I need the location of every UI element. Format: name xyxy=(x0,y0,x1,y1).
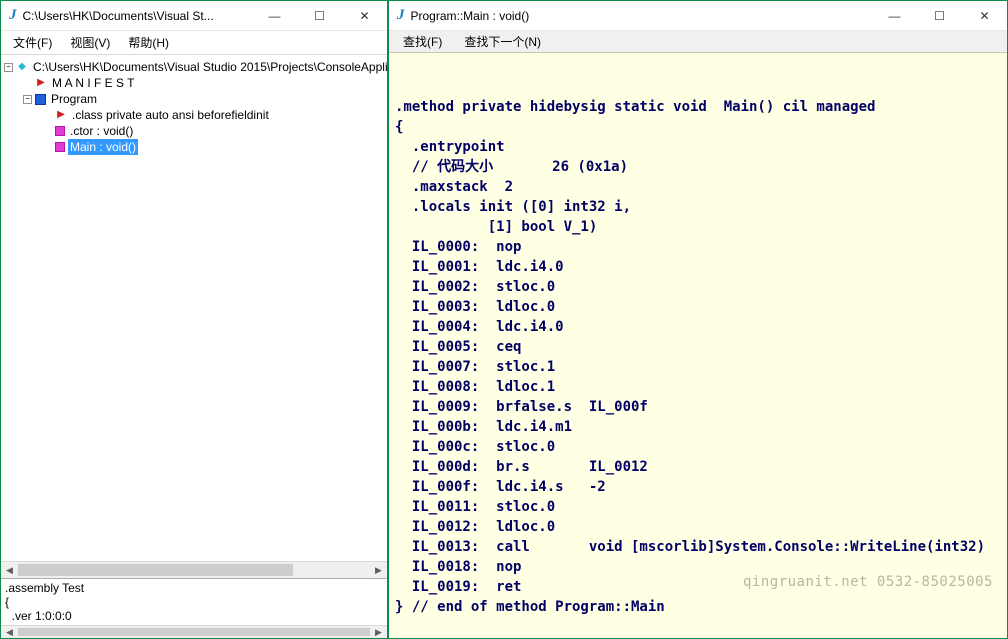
il-code-window: J Program::Main : void() — ☐ ✕ 查找(F) 查找下… xyxy=(388,0,1008,639)
il-code-line: IL_0007: stloc.1 xyxy=(395,357,1001,377)
il-code-line: [1] bool V_1) xyxy=(395,217,1001,237)
ildasm-tree-window: J C:\Users\HK\Documents\Visual St... — ☐… xyxy=(0,0,388,639)
menu-find[interactable]: 查找(F) xyxy=(395,31,450,52)
il-code-line: IL_0002: stloc.0 xyxy=(395,277,1001,297)
assembly-icon: ◆ xyxy=(16,61,28,73)
ildasm-icon: J xyxy=(397,7,405,24)
tree-main-label: Main : void() xyxy=(68,139,138,155)
il-code-line: IL_0013: call void [mscorlib]System.Cons… xyxy=(395,537,1001,557)
menu-find-next[interactable]: 查找下一个(N) xyxy=(456,31,549,52)
right-body: .method private hidebysig static void Ma… xyxy=(389,53,1007,638)
scroll-left-button[interactable]: ◀ xyxy=(1,562,18,578)
tree-manifest-label: M A N I F E S T xyxy=(50,75,136,91)
left-title: C:\Users\HK\Documents\Visual St... xyxy=(23,9,253,23)
tree-ctor-row[interactable]: .ctor : void() xyxy=(4,123,384,139)
scroll-right-button[interactable]: ▶ xyxy=(370,562,387,578)
left-title-controls: — ☐ ✕ xyxy=(252,1,387,30)
tree-pane: − ◆ C:\Users\HK\Documents\Visual Studio … xyxy=(1,55,387,561)
left-titlebar[interactable]: J C:\Users\HK\Documents\Visual St... — ☐… xyxy=(1,1,387,31)
il-code-line: IL_0009: brfalse.s IL_000f xyxy=(395,397,1001,417)
il-code-line: .locals init ([0] int32 i, xyxy=(395,197,1001,217)
tree-hscrollbar[interactable]: ◀ ▶ xyxy=(1,561,387,578)
il-code-line: IL_0008: ldloc.1 xyxy=(395,377,1001,397)
il-code-line: IL_0001: ldc.i4.0 xyxy=(395,257,1001,277)
menu-view[interactable]: 视图(V) xyxy=(62,32,118,53)
right-title-controls: — ☐ ✕ xyxy=(872,1,1007,30)
il-code-line: } // end of method Program::Main xyxy=(395,597,1001,617)
assembly-info-pane: .assembly Test { .ver 1:0:0:0 ◀ ▶ xyxy=(1,578,387,638)
assembly-info-text: .assembly Test { .ver 1:0:0:0 xyxy=(1,579,387,625)
asm-hscrollbar[interactable]: ◀ ▶ xyxy=(1,625,387,638)
il-code-line: IL_0003: ldloc.0 xyxy=(395,297,1001,317)
tree-manifest-row[interactable]: ▶ M A N I F E S T xyxy=(4,75,384,91)
maximize-button[interactable]: ☐ xyxy=(297,1,342,30)
method-icon xyxy=(55,126,65,136)
il-code-line: .method private hidebysig static void Ma… xyxy=(395,97,1001,117)
tree-class-label: .class private auto ansi beforefieldinit xyxy=(70,107,271,123)
right-title: Program::Main : void() xyxy=(411,9,873,23)
maximize-button[interactable]: ☐ xyxy=(917,1,962,30)
il-code-area[interactable]: .method private hidebysig static void Ma… xyxy=(389,53,1007,638)
expander-icon[interactable]: − xyxy=(23,95,32,104)
scroll-track[interactable] xyxy=(18,626,370,638)
il-code-line: // 代码大小 26 (0x1a) xyxy=(395,157,1001,177)
tree-main-row[interactable]: Main : void() xyxy=(4,139,384,155)
method-icon xyxy=(55,142,65,152)
tree-root-label: C:\Users\HK\Documents\Visual Studio 2015… xyxy=(31,59,387,75)
il-code-line: { xyxy=(395,117,1001,137)
il-code-line: IL_0004: ldc.i4.0 xyxy=(395,317,1001,337)
minimize-button[interactable]: — xyxy=(872,1,917,30)
assembly-tree[interactable]: − ◆ C:\Users\HK\Documents\Visual Studio … xyxy=(1,55,387,159)
right-titlebar[interactable]: J Program::Main : void() — ☐ ✕ xyxy=(389,1,1007,31)
expander-icon[interactable]: − xyxy=(4,63,13,72)
il-code-line: IL_0005: ceq xyxy=(395,337,1001,357)
right-menubar: 查找(F) 查找下一个(N) xyxy=(389,31,1007,53)
il-code-line: IL_000c: stloc.0 xyxy=(395,437,1001,457)
il-code-line: IL_0011: stloc.0 xyxy=(395,497,1001,517)
watermark-text: qingruanit.net 0532-85025005 xyxy=(743,572,993,592)
il-code-line: IL_000b: ldc.i4.m1 xyxy=(395,417,1001,437)
scroll-left-button[interactable]: ◀ xyxy=(1,626,18,638)
scroll-thumb[interactable] xyxy=(18,628,370,636)
scroll-thumb[interactable] xyxy=(18,564,293,576)
tree-root-row[interactable]: − ◆ C:\Users\HK\Documents\Visual Studio … xyxy=(4,59,384,75)
classdecl-icon: ▶ xyxy=(55,109,67,121)
il-code-line: IL_000d: br.s IL_0012 xyxy=(395,457,1001,477)
menu-help[interactable]: 帮助(H) xyxy=(120,32,177,53)
minimize-button[interactable]: — xyxy=(252,1,297,30)
tree-program-label: Program xyxy=(49,91,99,107)
il-code-line: IL_0012: ldloc.0 xyxy=(395,517,1001,537)
manifest-icon: ▶ xyxy=(35,77,47,89)
scroll-right-button[interactable]: ▶ xyxy=(370,626,387,638)
il-code-line: IL_000f: ldc.i4.s -2 xyxy=(395,477,1001,497)
il-code-line: IL_0000: nop xyxy=(395,237,1001,257)
il-code-line: .entrypoint xyxy=(395,137,1001,157)
tree-ctor-label: .ctor : void() xyxy=(68,123,135,139)
ildasm-icon: J xyxy=(9,7,17,24)
left-menubar: 文件(F) 视图(V) 帮助(H) xyxy=(1,31,387,55)
scroll-track[interactable] xyxy=(18,562,370,578)
close-button[interactable]: ✕ xyxy=(962,1,1007,30)
class-icon xyxy=(35,94,46,105)
menu-file[interactable]: 文件(F) xyxy=(5,32,60,53)
il-code-line: .maxstack 2 xyxy=(395,177,1001,197)
tree-program-row[interactable]: − Program xyxy=(4,91,384,107)
close-button[interactable]: ✕ xyxy=(342,1,387,30)
tree-class-row[interactable]: ▶ .class private auto ansi beforefieldin… xyxy=(4,107,384,123)
